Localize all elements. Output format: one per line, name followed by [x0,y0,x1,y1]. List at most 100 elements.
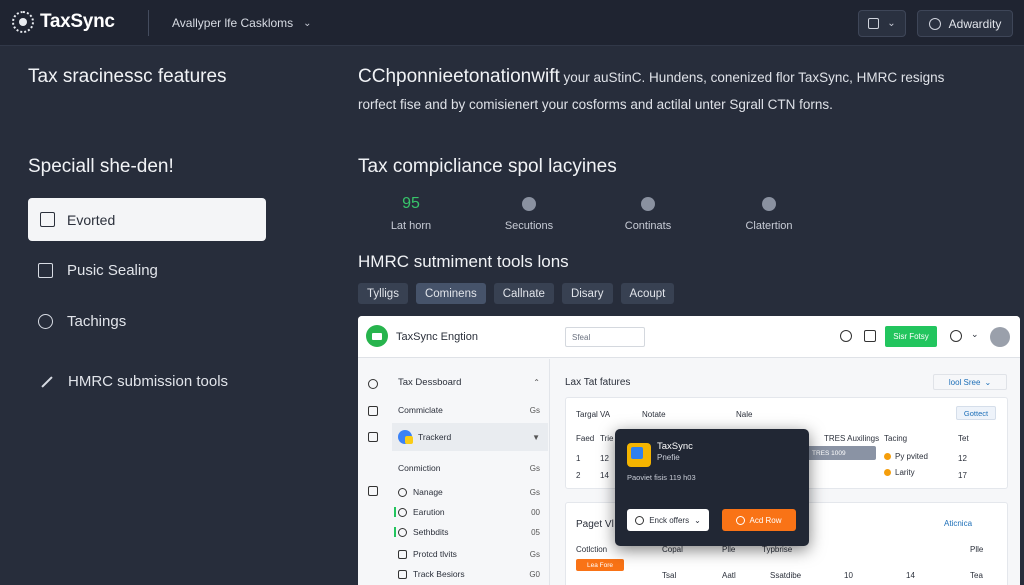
card-header: Copal [662,545,683,554]
gear-icon [398,487,407,497]
card-header: Typbrise [762,545,793,554]
stat-clatertion: Clatertion [724,194,814,232]
info-icon [38,314,53,329]
avatar[interactable] [990,327,1010,347]
popup-add-row-button[interactable]: Acd Row [722,509,796,531]
document-icon [868,18,880,29]
person-icon [762,197,776,211]
nav-item-pusic-sealing[interactable]: Pusic Sealing [38,262,158,279]
stat-label: Lat horn [390,220,432,232]
chevron-down-icon[interactable]: ⌄ [971,329,979,340]
sidebar-item-commiclate[interactable]: Commiclate Gs [398,399,548,421]
chip-cominens[interactable]: Cominens [415,283,486,304]
table-cell: 12 [958,454,967,463]
status-row-1: Py pvited [884,452,928,461]
sidebar-item-protcd[interactable]: Protcd tlvits Gs [398,543,548,565]
app-logo[interactable]: TaxSync [12,11,115,33]
app-cta-button[interactable]: Sisr Fotsy [885,326,937,347]
status-text: Py pvited [895,452,928,461]
table-cell: Tea [970,571,983,580]
card-link[interactable]: Aticnica [944,519,972,528]
gear-icon [398,507,407,517]
chip-disary[interactable]: Disary [561,283,613,304]
clock-icon [398,527,407,537]
header-menu-dropdown[interactable]: Avallyper lfe Caskloms ⌄ [172,16,312,30]
card-action-button[interactable]: Gottect [956,406,996,420]
card-col-a: Targal VA [576,410,611,419]
stat-continats: Continats [603,194,693,232]
popup-add-row-label: Acd Row [749,515,782,525]
card-col-c: Nale [736,410,753,419]
status-text: Larity [895,468,915,477]
top-header: TaxSync Avallyper lfe Caskloms ⌄ ⌄ Adwar… [0,0,1024,46]
nav-item-label: Pusic Sealing [67,262,158,279]
app-badge-icon [398,430,413,444]
sidebar-item-count: Gs [529,405,540,415]
card-header: TRES Auxilings [824,434,880,443]
header-options-button[interactable]: ⌄ [858,10,906,37]
sidebar-item-nanage[interactable]: Nanage Gs [398,481,548,503]
main-select[interactable]: lool Sree ⌄ [933,374,1007,390]
compliance-title: Tax compicliance spol lacyines [358,156,617,177]
sidebar-item-label: Conmiction [398,463,441,473]
card-header[interactable]: Plle [722,545,735,554]
hero-line-1-big: CChponnieetonationwift [358,66,560,87]
search-icon[interactable] [950,330,962,342]
table-cell: 14 [600,471,609,480]
chip-acoupt[interactable]: Acoupt [620,283,675,304]
card-header: Tet [958,434,969,443]
doorway-icon[interactable] [368,432,378,442]
special-title: Speciall she-den! [28,156,174,177]
header-divider [148,10,149,36]
image-icon[interactable] [368,486,378,496]
sidebar-item-sethbdits[interactable]: Sethbdits 05 [394,521,548,543]
nav-item-tachings[interactable]: Tachings [38,313,126,330]
sidebar-item-earution[interactable]: Earution 00 [394,501,548,523]
search-icon [635,515,645,525]
header-account-label: Adwardity [948,16,1002,31]
status-dot-icon [884,469,891,476]
tools-chip-group: Tylligs Cominens Callnate Disary Acoupt [358,283,675,304]
sidebar-item-track-besiors[interactable]: Track Besiors G0 [398,563,548,585]
sidebar-item-trackerd[interactable]: Trackerd ▼ [392,423,548,451]
nav-item-evorted[interactable]: Evorted [28,198,266,241]
sidebar-item-count: 00 [531,507,540,517]
chip-callnate[interactable]: Callnate [493,283,554,304]
document-icon [398,569,407,579]
hero-line-1: CChponnieetonationwift your auStinC. Hun… [358,66,944,88]
sidebar-item-count: Gs [529,487,540,497]
chip-tylligs[interactable]: Tylligs [358,283,408,304]
clock-icon[interactable] [840,330,852,342]
table-cell: 12 [600,454,609,463]
table-cell: 17 [958,471,967,480]
chevron-down-icon: ⌄ [984,377,992,387]
clock-icon [928,17,941,30]
table-cell: Aatl [722,571,736,580]
sidebar-item-dashboard[interactable]: Tax Dessboard ⌃ [398,371,548,393]
document-icon[interactable] [864,330,876,342]
pen-icon [522,197,536,211]
sidebar-item-conmiction[interactable]: Conmiction Gs [398,457,548,479]
popup-offers-button[interactable]: Enck offers ⌄ [627,509,709,531]
mail-icon[interactable] [368,406,378,416]
caret-down-icon: ▼ [532,432,540,442]
hand-icon [641,197,655,211]
sidebar-item-count: Gs [529,549,540,559]
nav-item-hmrc-submission[interactable]: HMRC submission tools [38,373,228,390]
app-search-input[interactable]: Sfeal [565,327,645,347]
card-orange-button[interactable]: Lea Fore [576,559,624,571]
pen-icon [38,374,54,390]
sidebar-item-label: Commiclate [398,405,443,415]
card-header[interactable]: Plle [970,545,983,554]
sidebar-item-label: Trackerd [418,432,452,442]
active-marker [394,527,396,537]
lock-icon [40,212,55,227]
stat-lat-horn: 95 Lat horn [366,194,456,232]
header-menu-label: Avallyper lfe Caskloms [172,16,294,30]
sidebar-item-label: Tax Dessboard [398,376,462,388]
chevron-up-icon: ⌃ [533,377,540,387]
heart-icon[interactable] [368,379,378,389]
app-logo-icon[interactable] [366,325,388,347]
header-account-button[interactable]: Adwardity [917,10,1013,37]
sidebar-item-label: Nanage [413,487,443,497]
